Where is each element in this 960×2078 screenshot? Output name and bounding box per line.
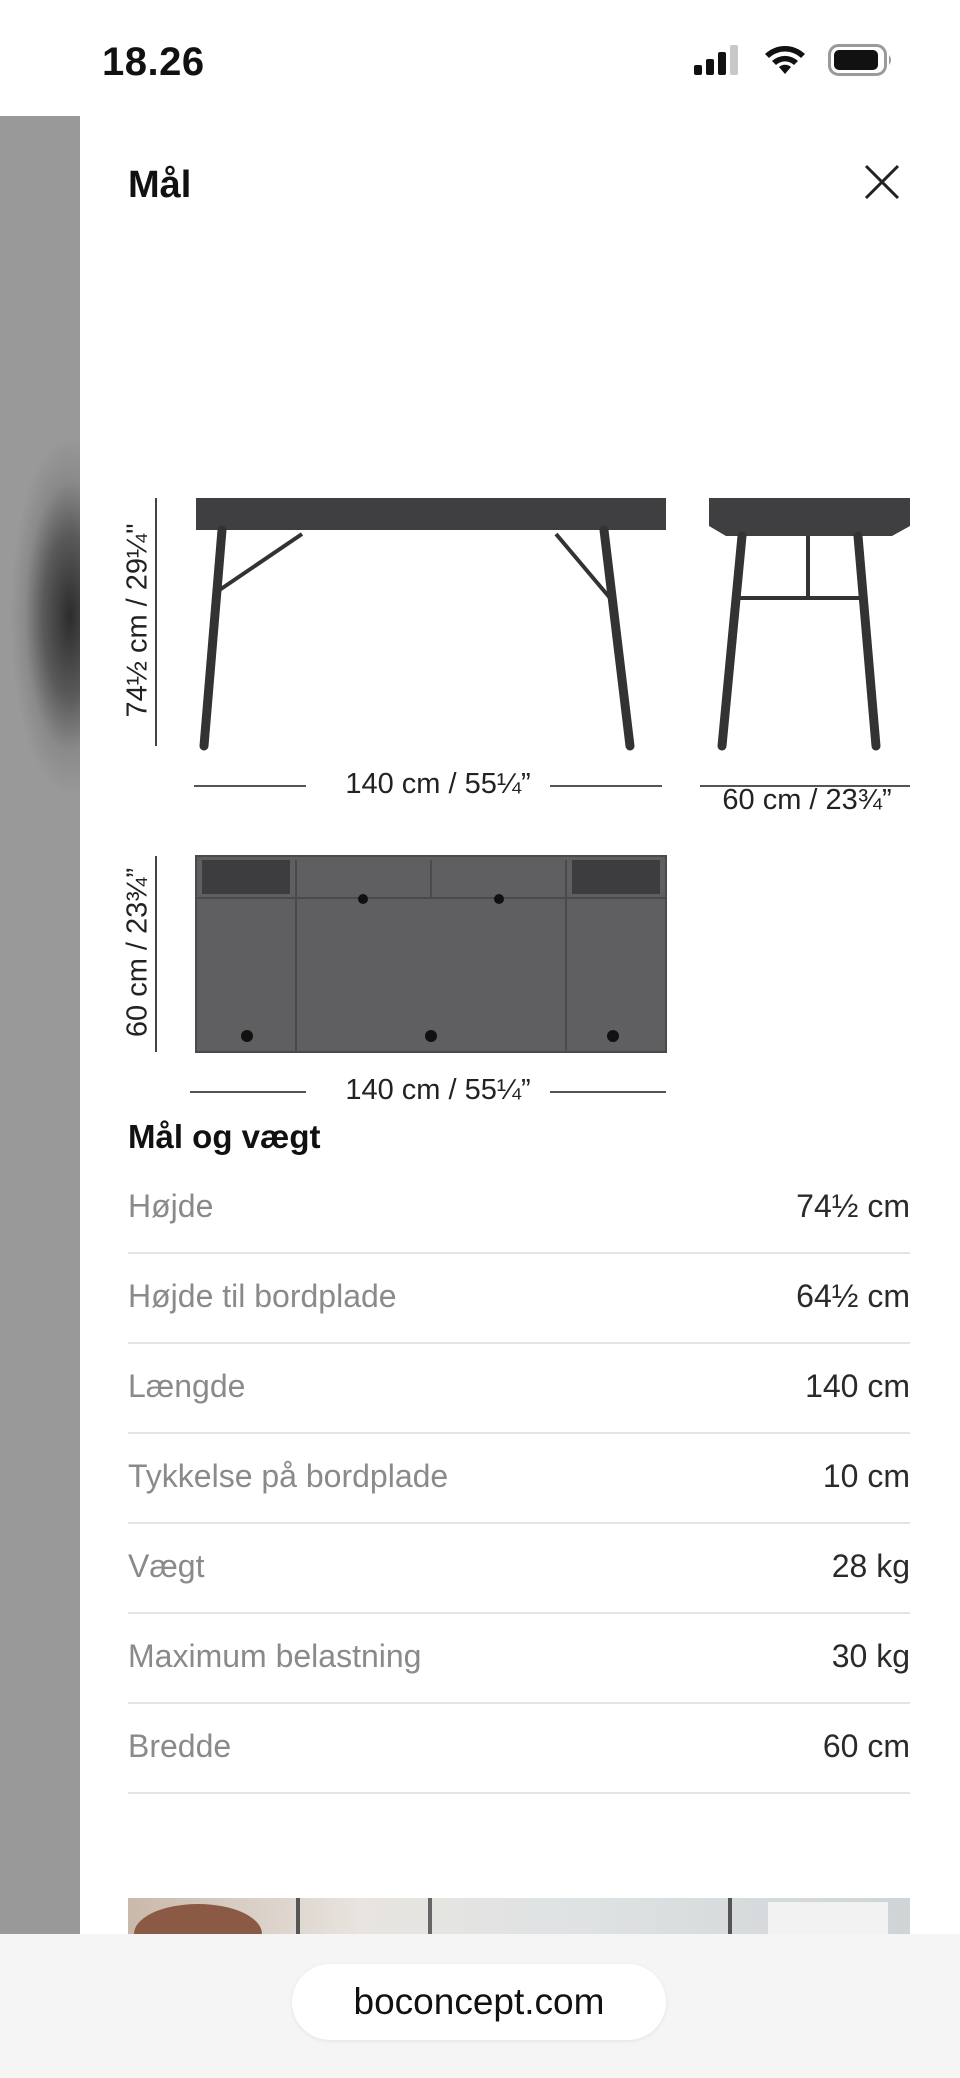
spec-row: Maximum belastning 30 kg xyxy=(128,1614,910,1704)
top-view-drawing xyxy=(155,855,667,1093)
spec-row: Vægt 28 kg xyxy=(128,1524,910,1614)
lifestyle-photo[interactable] xyxy=(128,1898,910,1934)
status-time: 18.26 xyxy=(102,40,205,84)
spec-label: Tykkelse på bordplade xyxy=(128,1458,449,1494)
spec-row: Længde 140 cm xyxy=(128,1344,910,1434)
spec-row: Højde 74½ cm xyxy=(128,1164,910,1254)
specs-table: Højde 74½ cm Højde til bordplade 64½ cm … xyxy=(128,1164,910,1794)
side-depth-label: 60 cm / 23¾” xyxy=(722,784,892,816)
side-view-drawing xyxy=(700,498,910,787)
status-bar: 18.26 xyxy=(0,0,960,116)
spec-value: 60 cm xyxy=(822,1728,910,1764)
spec-row: Bredde 60 cm xyxy=(128,1704,910,1794)
spec-label: Højde xyxy=(128,1188,214,1224)
dimensions-sheet: Mål 74½ cm / 29¼" 140 cm / 55¼” 60 cm / … xyxy=(80,116,960,1934)
spec-label: Længde xyxy=(128,1368,246,1404)
spec-row: Højde til bordplade 64½ cm xyxy=(128,1254,910,1344)
battery-icon xyxy=(828,44,891,76)
status-icons xyxy=(694,44,894,76)
browser-bottom-bar: boconcept.com xyxy=(0,1934,960,2078)
dimension-drawings: 74½ cm / 29¼" 140 cm / 55¼” 60 cm / 23¾”… xyxy=(80,366,960,1126)
spec-label: Bredde xyxy=(128,1728,232,1764)
url-text: boconcept.com xyxy=(353,1981,605,2022)
close-icon xyxy=(864,164,900,200)
spec-value: 28 kg xyxy=(831,1548,910,1584)
address-bar[interactable]: boconcept.com xyxy=(292,1964,666,2040)
spec-value: 140 cm xyxy=(805,1368,910,1404)
front-height-label: 74½ cm / 29¼" xyxy=(121,523,154,718)
spec-label: Højde til bordplade xyxy=(128,1278,397,1314)
spec-label: Vægt xyxy=(128,1548,205,1584)
spec-value: 10 cm xyxy=(822,1458,910,1494)
sheet-title: Mål xyxy=(128,164,192,206)
wifi-icon xyxy=(765,46,805,74)
cellular-signal-icon xyxy=(694,45,738,75)
spec-row: Tykkelse på bordplade 10 cm xyxy=(128,1434,910,1524)
front-width-label: 140 cm / 55¼” xyxy=(345,768,531,800)
close-button[interactable] xyxy=(862,162,902,202)
spec-value: 74½ cm xyxy=(796,1188,910,1224)
top-width-label: 140 cm / 55¼” xyxy=(345,1074,531,1106)
top-depth-label: 60 cm / 23¾” xyxy=(121,867,154,1038)
specs-title: Mål og vægt xyxy=(128,1118,321,1155)
spec-value: 64½ cm xyxy=(796,1278,910,1314)
front-view-drawing xyxy=(155,498,666,787)
spec-value: 30 kg xyxy=(831,1638,910,1674)
desk-line-drawings xyxy=(155,498,910,1093)
spec-label: Maximum belastning xyxy=(128,1638,422,1674)
page-backdrop[interactable] xyxy=(0,116,80,1934)
